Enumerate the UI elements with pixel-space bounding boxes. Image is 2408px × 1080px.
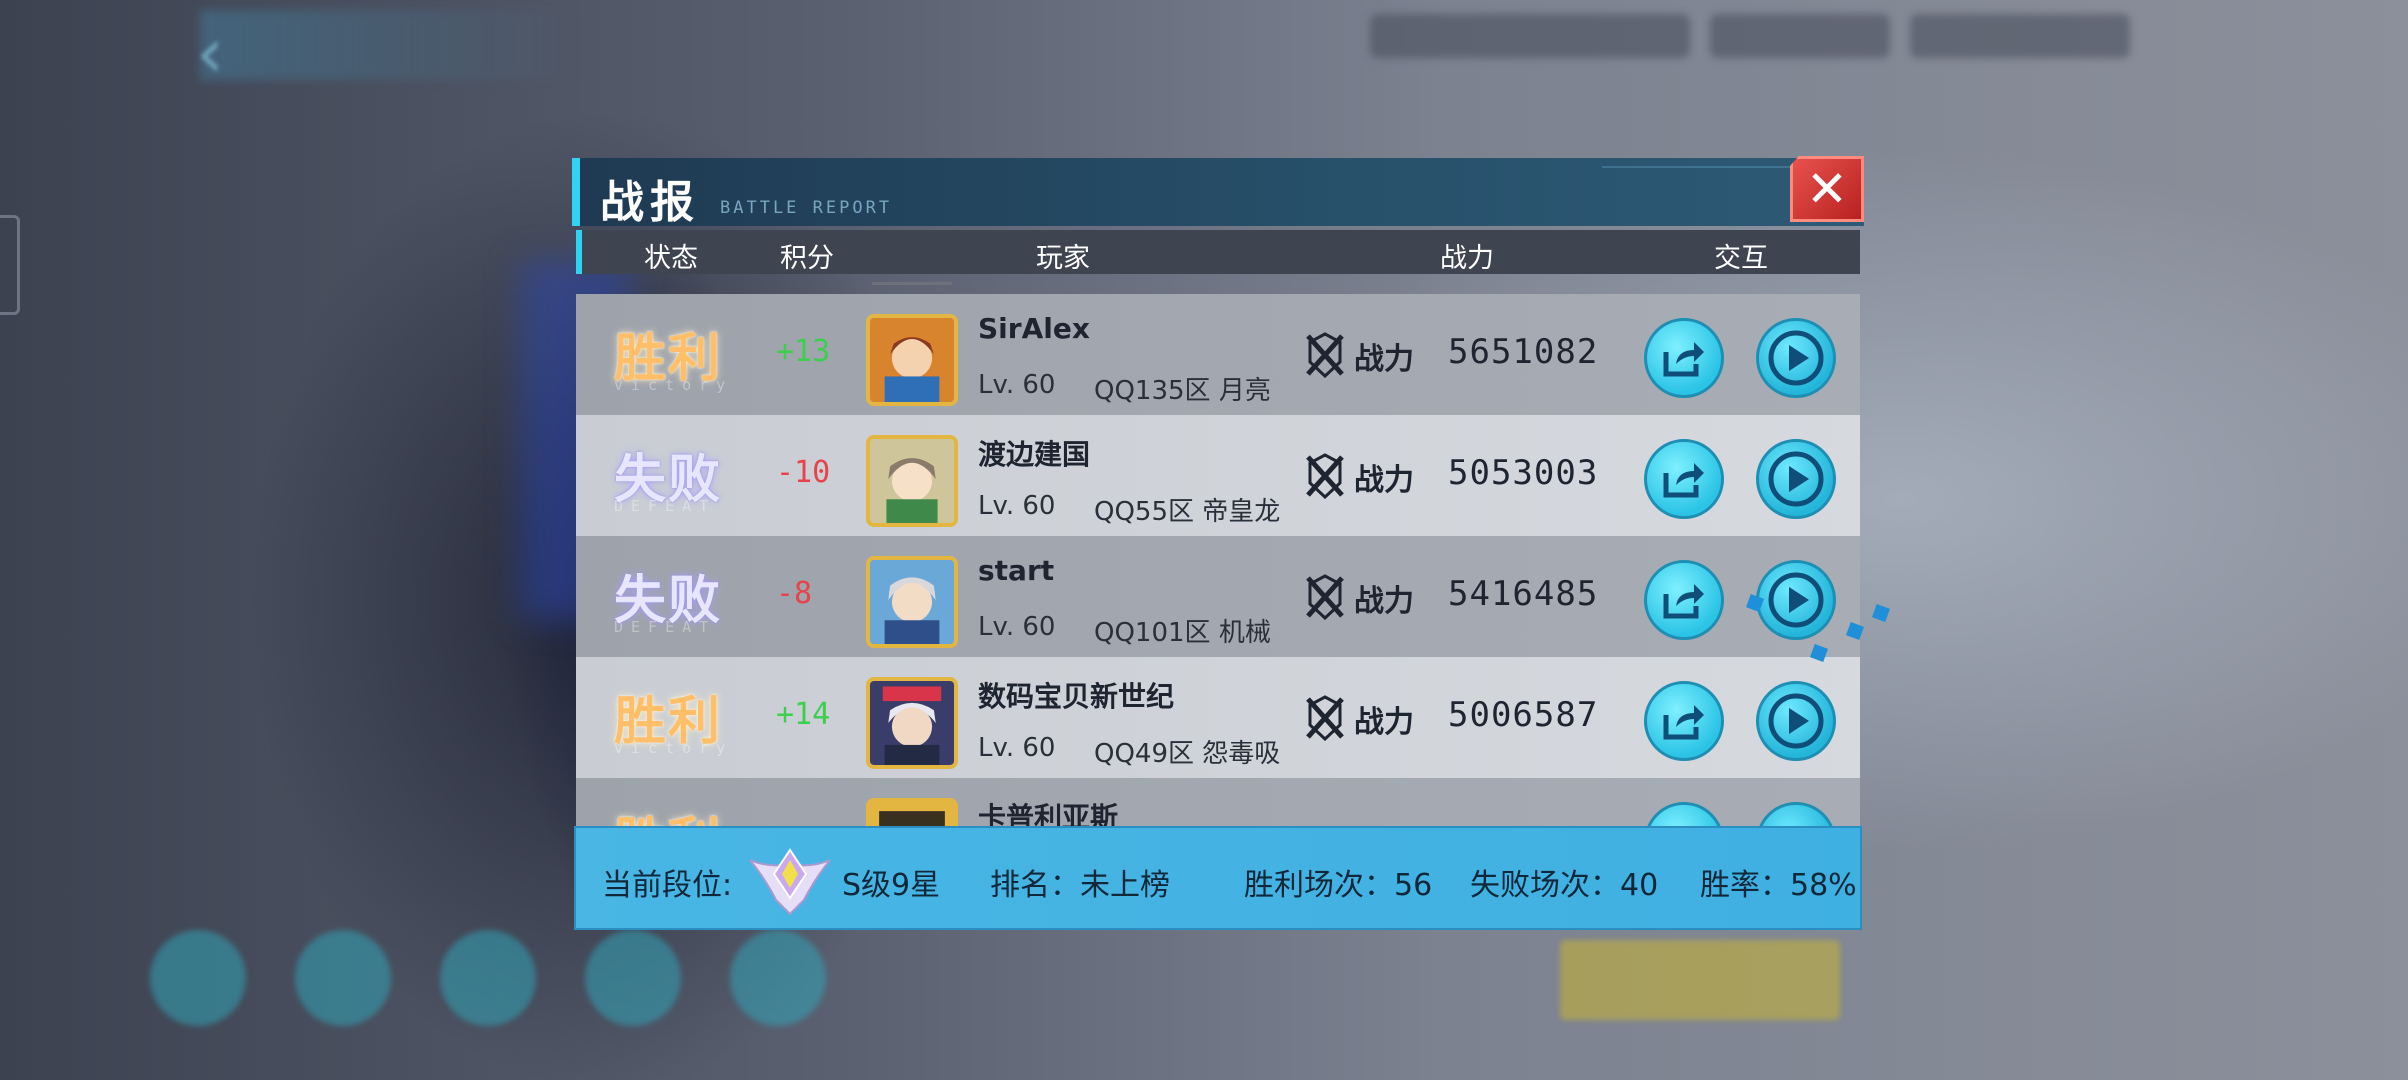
player-level: Lv. 60 [978,612,1056,642]
share-button[interactable] [1644,439,1724,519]
share-button[interactable] [1644,560,1724,640]
player-avatar[interactable] [866,556,958,648]
background-button [585,930,681,1026]
column-header-player: 玩家 [1036,243,1090,274]
power-label: 战力 [1354,342,1414,377]
power-value: 5006587 [1448,695,1599,735]
replay-button[interactable] [1756,318,1836,398]
player-server: QQ135区 月亮 [1094,376,1271,406]
battle-record-row: 胜利 victory +14 数码宝贝新世纪 Lv. 60 QQ49区 怨毒吸 … [576,657,1860,778]
share-icon [1663,342,1704,377]
share-icon [1663,463,1704,498]
player-avatar[interactable] [866,435,958,527]
panel-header: 战报 BATTLE REPORT [572,158,1864,226]
losses-count: 失败场次：40 [1470,868,1659,903]
panel-title: 战报 [600,177,700,226]
play-icon [1768,330,1824,386]
background-back-icon: ‹ [196,12,224,94]
background-resource-bar [1910,14,2130,58]
score-change: +13 [776,334,831,369]
power-label: 战力 [1354,584,1414,619]
power-icon [1306,574,1344,620]
replay-button[interactable] [1756,560,1836,640]
player-level: Lv. 60 [978,491,1056,521]
player-server: QQ49区 怨毒吸 [1094,739,1281,769]
current-rank-value: S级9星 [842,868,941,903]
power-value: 5651082 [1448,332,1599,372]
result-sublabel: DEFEAT [614,618,717,636]
win-rate: 胜率：58% [1700,868,1857,903]
column-header-interact: 交互 [1714,243,1768,274]
power-value: 5053003 [1448,453,1599,493]
share-icon [1663,584,1704,619]
ranking-text: 排名：未上榜 [990,868,1170,903]
summary-footer: 当前段位: S级9星 排名：未上榜 胜利场次：56 失败场次：40 胜率：58% [574,826,1862,930]
player-name: SirAlex [978,312,1090,345]
column-header-status: 状态 [644,243,698,274]
play-icon [1768,693,1824,749]
power-icon [1306,453,1344,499]
battle-record-row: 失败 DEFEAT -8 start Lv. 60 QQ101区 机械 战力 5… [576,536,1860,657]
player-server: QQ55区 帝皇龙 [1094,497,1281,527]
background-resource-bar [1710,14,1890,58]
battle-report-panel: 战报 BATTLE REPORT ✕ 状态 积分 玩家 战力 交互 胜利 vic… [572,156,1864,930]
battle-record-list[interactable]: 胜利 victory +13 SirAlex Lv. 60 QQ135区 月亮 … [576,294,1860,854]
share-button[interactable] [1644,318,1724,398]
score-change: +14 [776,697,831,732]
replay-button[interactable] [1756,681,1836,761]
power-icon [1306,695,1344,741]
background-button [295,930,391,1026]
player-name: 渡边建国 [978,438,1091,471]
result-sublabel: victory [614,739,734,757]
player-avatar[interactable] [866,677,958,769]
result-sublabel: victory [614,376,734,394]
share-button[interactable] [1644,681,1724,761]
score-change: -10 [776,455,831,490]
score-change: -8 [776,576,813,611]
result-sublabel: DEFEAT [614,497,717,515]
wins-count: 胜利场次：56 [1244,868,1433,903]
header-underline [872,282,952,285]
battle-record-row: 失败 DEFEAT -10 渡边建国 Lv. 60 QQ55区 帝皇龙 战力 5… [576,415,1860,536]
column-header-power: 战力 [1440,243,1494,274]
power-label: 战力 [1354,463,1414,498]
replay-button[interactable] [1756,439,1836,519]
table-header: 状态 积分 玩家 战力 交互 [576,230,1860,274]
background-button [150,930,246,1026]
column-header-score: 积分 [780,243,834,274]
player-level: Lv. 60 [978,370,1056,400]
battle-record-row: 胜利 victory +13 SirAlex Lv. 60 QQ135区 月亮 … [576,294,1860,415]
panel-subtitle: BATTLE REPORT [720,198,893,218]
background-top-bar [200,10,580,80]
background-resource-bar [1370,14,1690,58]
player-server: QQ101区 机械 [1094,618,1271,648]
current-rank-label: 当前段位: [602,868,733,903]
play-icon [1768,572,1824,628]
player-level: Lv. 60 [978,733,1056,763]
player-name: start [978,554,1055,587]
background-start-button [1560,940,1840,1020]
close-icon: ✕ [1806,160,1848,218]
power-icon [1306,332,1344,378]
power-label: 战力 [1354,705,1414,740]
player-name: 数码宝贝新世纪 [978,680,1175,713]
background-button [730,930,826,1026]
play-icon [1768,451,1824,507]
close-button[interactable]: ✕ [1790,156,1864,222]
background-button [440,930,536,1026]
player-avatar[interactable] [866,314,958,406]
rank-badge-icon [749,848,831,916]
power-value: 5416485 [1448,574,1599,614]
background-hex-frame [0,215,20,315]
share-icon [1663,705,1704,740]
